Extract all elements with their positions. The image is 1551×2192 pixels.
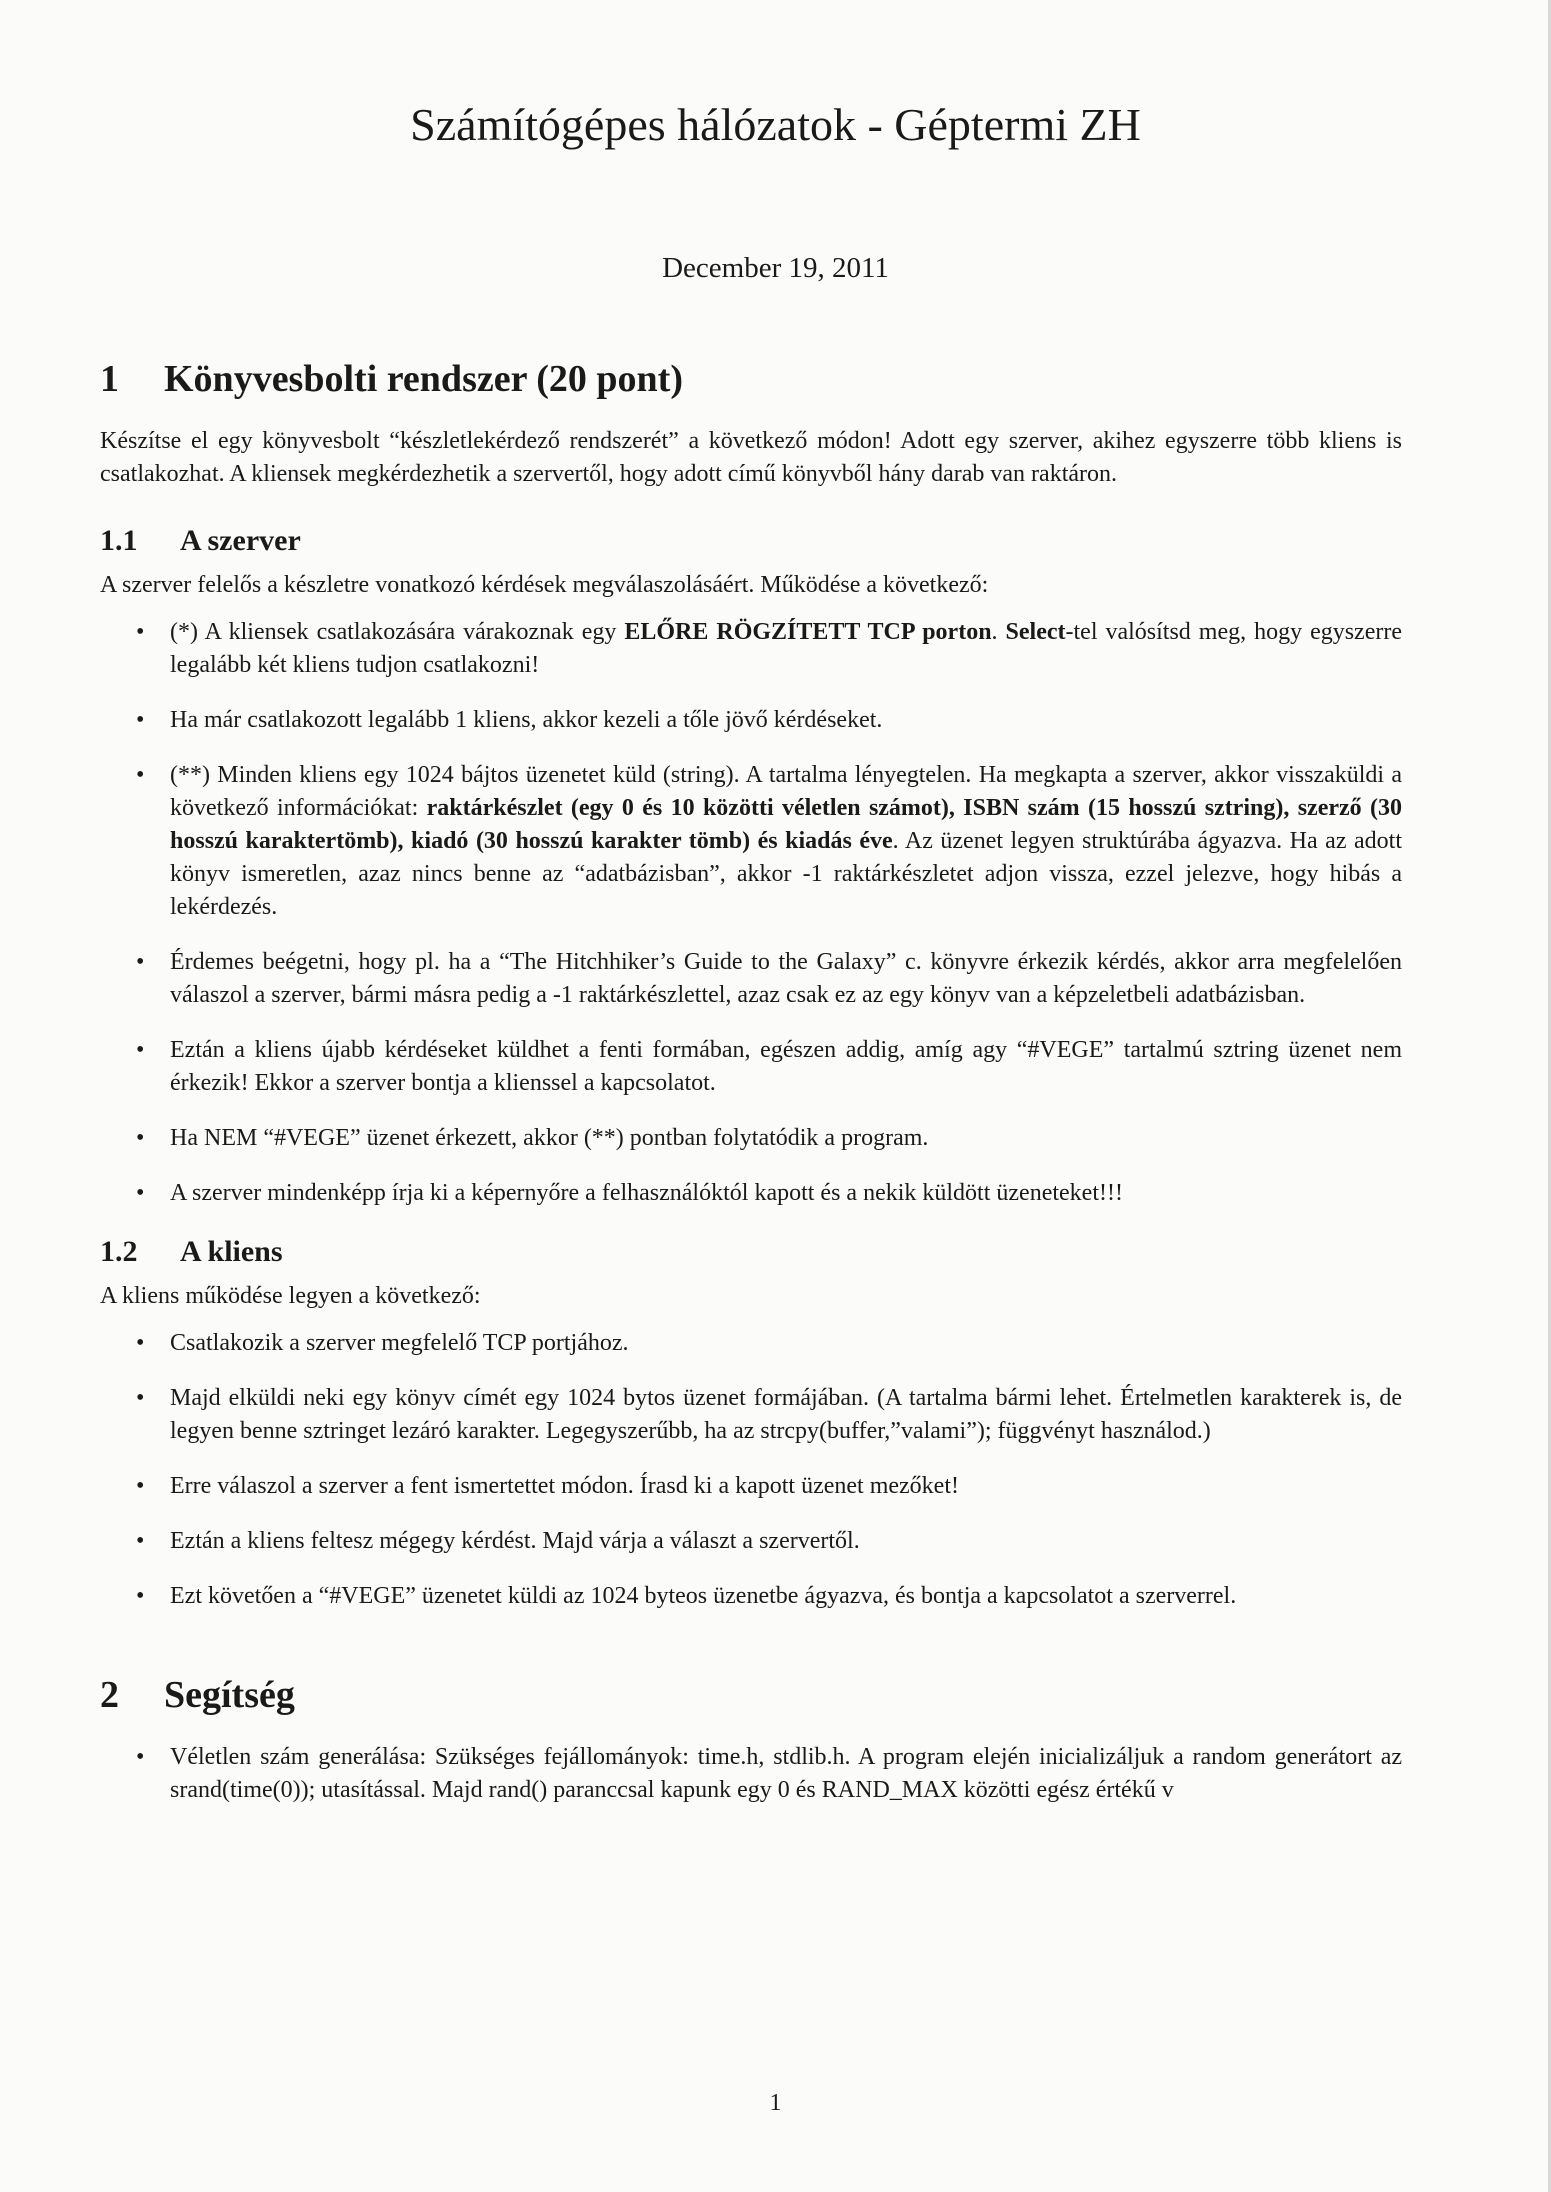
bullet-icon: • — [136, 1180, 145, 1206]
subsection-1-1-heading: 1.1 A szerver — [100, 521, 1402, 561]
bullet-icon: • — [136, 762, 145, 788]
bullet-icon: • — [136, 1330, 145, 1356]
bullet-icon: • — [136, 619, 145, 645]
bullet-icon: • — [136, 1473, 145, 1499]
list-item: • Véletlen szám generálása: Szükséges fej… — [136, 1741, 1402, 1807]
list-item: • Majd elküldi neki egy könyv címét egy 1… — [136, 1382, 1402, 1448]
subsection-number: 1.1 — [100, 524, 138, 557]
subsection-title: A kliens — [180, 1235, 283, 1268]
document-title: Számítógépes hálózatok - Géptermi ZH — [410, 99, 1141, 150]
document-page: Számítógépes hálózatok - Géptermi ZH Dec… — [0, 0, 1551, 2192]
list-item: • Érdemes beégetni, hogy pl. ha a “The Hi… — [136, 946, 1402, 1012]
bullet-icon: • — [136, 1744, 145, 1770]
list-item: • (**) Minden kliens egy 1024 bájtos üzen… — [136, 759, 1402, 924]
section-number: 1 — [100, 358, 119, 400]
document-body: 1 Könyvesbolti rendszer (20 pont) Készíts… — [100, 355, 1402, 1829]
page-number: 1 — [769, 2090, 782, 2116]
bullet-icon: • — [136, 1125, 145, 1151]
document-date: December 19, 2011 — [662, 252, 889, 284]
list-item: • (*) A kliensek csatlakozására várakozna… — [136, 616, 1402, 682]
section-number: 2 — [100, 1674, 119, 1716]
bullet-icon: • — [136, 1037, 145, 1063]
subsection-number: 1.2 — [100, 1235, 138, 1268]
list-item: • Erre válaszol a szerver a fent ismertet… — [136, 1470, 1402, 1503]
bullet-icon: • — [136, 949, 145, 975]
list-item: • A szerver mindenképp írja ki a képernyő… — [136, 1177, 1402, 1210]
server-requirements-list: • (*) A kliensek csatlakozására várakozna… — [100, 616, 1402, 1210]
subsection-1-2-intro: A kliens működése legyen a következő: — [100, 1283, 481, 1309]
client-requirements-list: • Csatlakozik a szerver megfelelő TCP por… — [100, 1327, 1402, 1613]
subsection-1-2-heading: 1.2 A kliens — [100, 1232, 1402, 1272]
section-title: Könyvesbolti rendszer (20 pont) — [164, 358, 683, 400]
section-2-heading: 2 Segítség — [100, 1671, 1402, 1719]
list-item: • Ha NEM “#VEGE” üzenet érkezett, akkor (… — [136, 1122, 1402, 1155]
bullet-icon: • — [136, 1583, 145, 1609]
section-1-heading: 1 Könyvesbolti rendszer (20 pont) — [100, 355, 1402, 403]
section-1-intro: Készítse el egy könyvesbolt “készletleké… — [100, 428, 1402, 487]
subsection-1-1-intro: A szerver felelős a készletre vonatkozó … — [100, 572, 989, 598]
subsection-title: A szerver — [180, 524, 301, 557]
list-item: • Csatlakozik a szerver megfelelő TCP por… — [136, 1327, 1402, 1360]
bullet-icon: • — [136, 1385, 145, 1411]
bullet-icon: • — [136, 1528, 145, 1554]
section-title: Segítség — [164, 1674, 295, 1716]
bullet-icon: • — [136, 707, 145, 733]
list-item: • Ezt követően a “#VEGE” üzenetet küldi a… — [136, 1580, 1402, 1613]
help-list: • Véletlen szám generálása: Szükséges fej… — [100, 1741, 1402, 1807]
list-item: • Eztán a kliens újabb kérdéseket küldhet… — [136, 1034, 1402, 1100]
list-item: • Ha már csatlakozott legalább 1 kliens, … — [136, 704, 1402, 737]
list-item: • Eztán a kliens feltesz mégegy kérdést. … — [136, 1525, 1402, 1558]
